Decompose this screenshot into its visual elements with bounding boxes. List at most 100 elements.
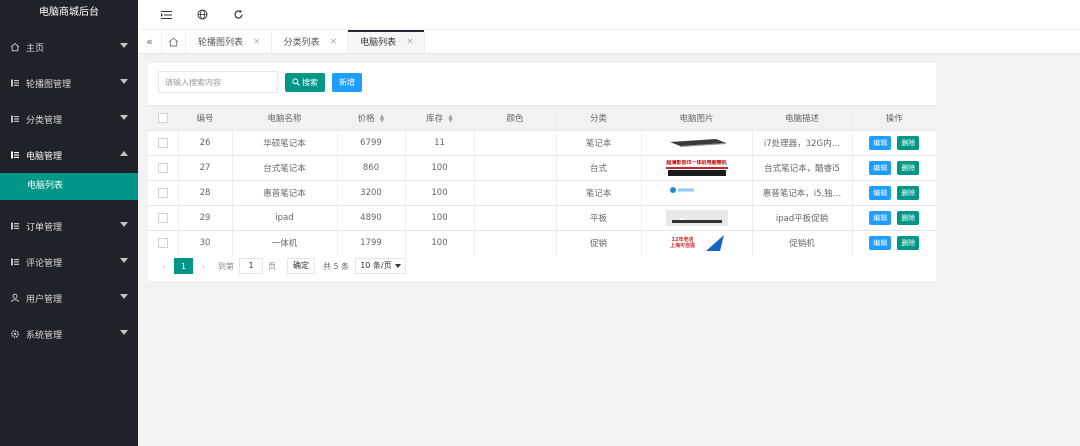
cell-category: 笔记本 (556, 180, 642, 206)
goto-label: 到第 (218, 261, 234, 271)
tab-category-list[interactable]: 分类列表 × (272, 30, 349, 53)
cell-category: 笔记本 (556, 130, 642, 156)
sidebar-item-label: 用户管理 (26, 294, 63, 305)
globe-icon[interactable] (194, 7, 210, 23)
goto-page-input[interactable]: 1 (239, 258, 263, 274)
cell-name: 华硕笔记本 (232, 130, 338, 156)
product-thumbnail (666, 185, 728, 201)
sort-icon[interactable]: ▲ ▼ (380, 113, 385, 123)
cell-stock: 100 (405, 230, 475, 256)
cell-image (641, 130, 753, 156)
cell-actions: 编辑 删除 (852, 180, 936, 206)
sidebar-item-home[interactable]: 主页 (0, 29, 138, 65)
cell-actions: 编辑 删除 (852, 155, 936, 181)
close-icon[interactable]: × (406, 37, 414, 47)
chevron-up-icon (120, 151, 128, 156)
list-icon (10, 114, 20, 124)
delete-button[interactable]: 删除 (897, 236, 920, 251)
column-header-stock[interactable]: 库存 ▲ ▼ (405, 105, 475, 131)
cell-actions: 编辑 删除 (852, 130, 936, 156)
tab-banner-list[interactable]: 轮播图列表 × (186, 30, 272, 53)
add-button[interactable]: 新增 (332, 72, 362, 92)
home-tab-icon[interactable] (162, 30, 186, 53)
sidebar-item-label: 主页 (26, 43, 45, 54)
prev-page-icon[interactable]: ‹ (158, 262, 170, 271)
menu-toggle-icon[interactable] (158, 7, 174, 23)
search-button[interactable]: 搜索 (285, 72, 325, 92)
goto-confirm-button[interactable]: 确定 (287, 258, 315, 274)
cell-price: 6799 (337, 130, 406, 156)
cell-stock: 100 (405, 180, 475, 206)
row-checkbox[interactable] (148, 130, 179, 156)
refresh-icon[interactable] (230, 7, 246, 23)
edit-button[interactable]: 编辑 (869, 161, 892, 175)
current-page-button[interactable]: 1 (174, 258, 193, 274)
search-toolbar: 搜索 新增 (158, 71, 362, 93)
list-icon (10, 257, 20, 267)
sidebar: 电脑商城后台 主页 轮播图管理 分类管理 电脑管理 电脑列表 订单管理 评论管理… (0, 0, 138, 446)
edit-button[interactable]: 编辑 (869, 186, 892, 200)
cell-category: 平板 (556, 205, 642, 231)
thumbnail-banner-text: 12年老店 上海可自提 (669, 237, 695, 250)
cell-name: 一体机 (232, 230, 338, 256)
delete-button[interactable]: 删除 (897, 186, 920, 200)
cell-stock: 11 (405, 130, 475, 156)
tab-label: 分类列表 (283, 38, 320, 48)
search-input[interactable] (158, 71, 278, 93)
user-icon (10, 293, 20, 303)
cell-color (474, 155, 557, 181)
chevron-down-icon (120, 294, 128, 299)
sidebar-item-comments[interactable]: 评论管理 (0, 244, 138, 280)
page-size-value: 10 条/页 (360, 261, 392, 270)
cell-stock: 100 (405, 205, 475, 231)
sidebar-item-computer[interactable]: 电脑管理 (0, 137, 138, 173)
cell-description: 台式笔记本，酷睿i5 (752, 155, 853, 181)
table-row: 29 ipad 4890 100 平板 ipad平板促销 编辑 删除 (148, 205, 936, 231)
column-header: 操作 (852, 105, 936, 131)
cell-id: 30 (178, 230, 233, 256)
sidebar-item-orders[interactable]: 订单管理 (0, 208, 138, 244)
sidebar-item-label: 订单管理 (26, 222, 63, 233)
table-row: 26 华硕笔记本 6799 11 笔记本 i7处理器，32G内… 编辑 删除 (148, 130, 936, 156)
cell-category: 台式 (556, 155, 642, 181)
cell-description: 惠普笔记本，i5,独… (752, 180, 853, 206)
cell-id: 27 (178, 155, 233, 181)
sidebar-item-banner[interactable]: 轮播图管理 (0, 65, 138, 101)
sidebar-subitem-computer-list[interactable]: 电脑列表 (0, 173, 138, 200)
sidebar-item-label: 评论管理 (26, 258, 63, 269)
tabs-scroll-left-icon[interactable]: « (138, 30, 162, 53)
cell-price: 1799 (337, 230, 406, 256)
cell-color (474, 205, 557, 231)
cell-description: ipad平板促销 (752, 205, 853, 231)
column-header-price[interactable]: 价格 ▲ ▼ (337, 105, 406, 131)
tab-label: 轮播图列表 (198, 38, 244, 48)
edit-button[interactable]: 编辑 (869, 211, 892, 225)
tab-computer-list[interactable]: 电脑列表 × (348, 30, 425, 53)
cell-image (641, 180, 753, 206)
row-checkbox[interactable] (148, 155, 179, 181)
cell-color (474, 180, 557, 206)
sort-icon[interactable]: ▲ ▼ (448, 113, 453, 123)
row-checkbox[interactable] (148, 180, 179, 206)
list-icon (10, 150, 20, 160)
cell-actions: 编辑 删除 (852, 205, 936, 231)
content-panel: 搜索 新增 编号 电脑名称 价格 ▲▼ 库存 ▲▼ 颜色 分类 电脑图片 电脑描述 … (148, 63, 936, 281)
edit-button[interactable]: 编辑 (869, 136, 892, 150)
sidebar-item-category[interactable]: 分类管理 (0, 101, 138, 137)
close-icon[interactable]: × (330, 37, 338, 47)
product-thumbnail: 超薄影音i5一体机电脑整机 (665, 160, 728, 176)
close-icon[interactable]: × (253, 37, 261, 47)
chevron-down-icon (120, 258, 128, 263)
row-checkbox[interactable] (148, 205, 179, 231)
next-page-icon[interactable]: › (197, 262, 209, 271)
row-checkbox[interactable] (148, 230, 179, 256)
column-header: 分类 (556, 105, 642, 131)
delete-button[interactable]: 删除 (897, 136, 920, 150)
edit-button[interactable]: 编辑 (869, 236, 892, 251)
sidebar-item-users[interactable]: 用户管理 (0, 280, 138, 316)
sidebar-item-system[interactable]: 系统管理 (0, 316, 138, 352)
page-size-select[interactable]: 10 条/页 (355, 258, 406, 274)
delete-button[interactable]: 删除 (897, 161, 920, 175)
select-all-checkbox[interactable] (148, 105, 179, 131)
delete-button[interactable]: 删除 (897, 211, 920, 225)
